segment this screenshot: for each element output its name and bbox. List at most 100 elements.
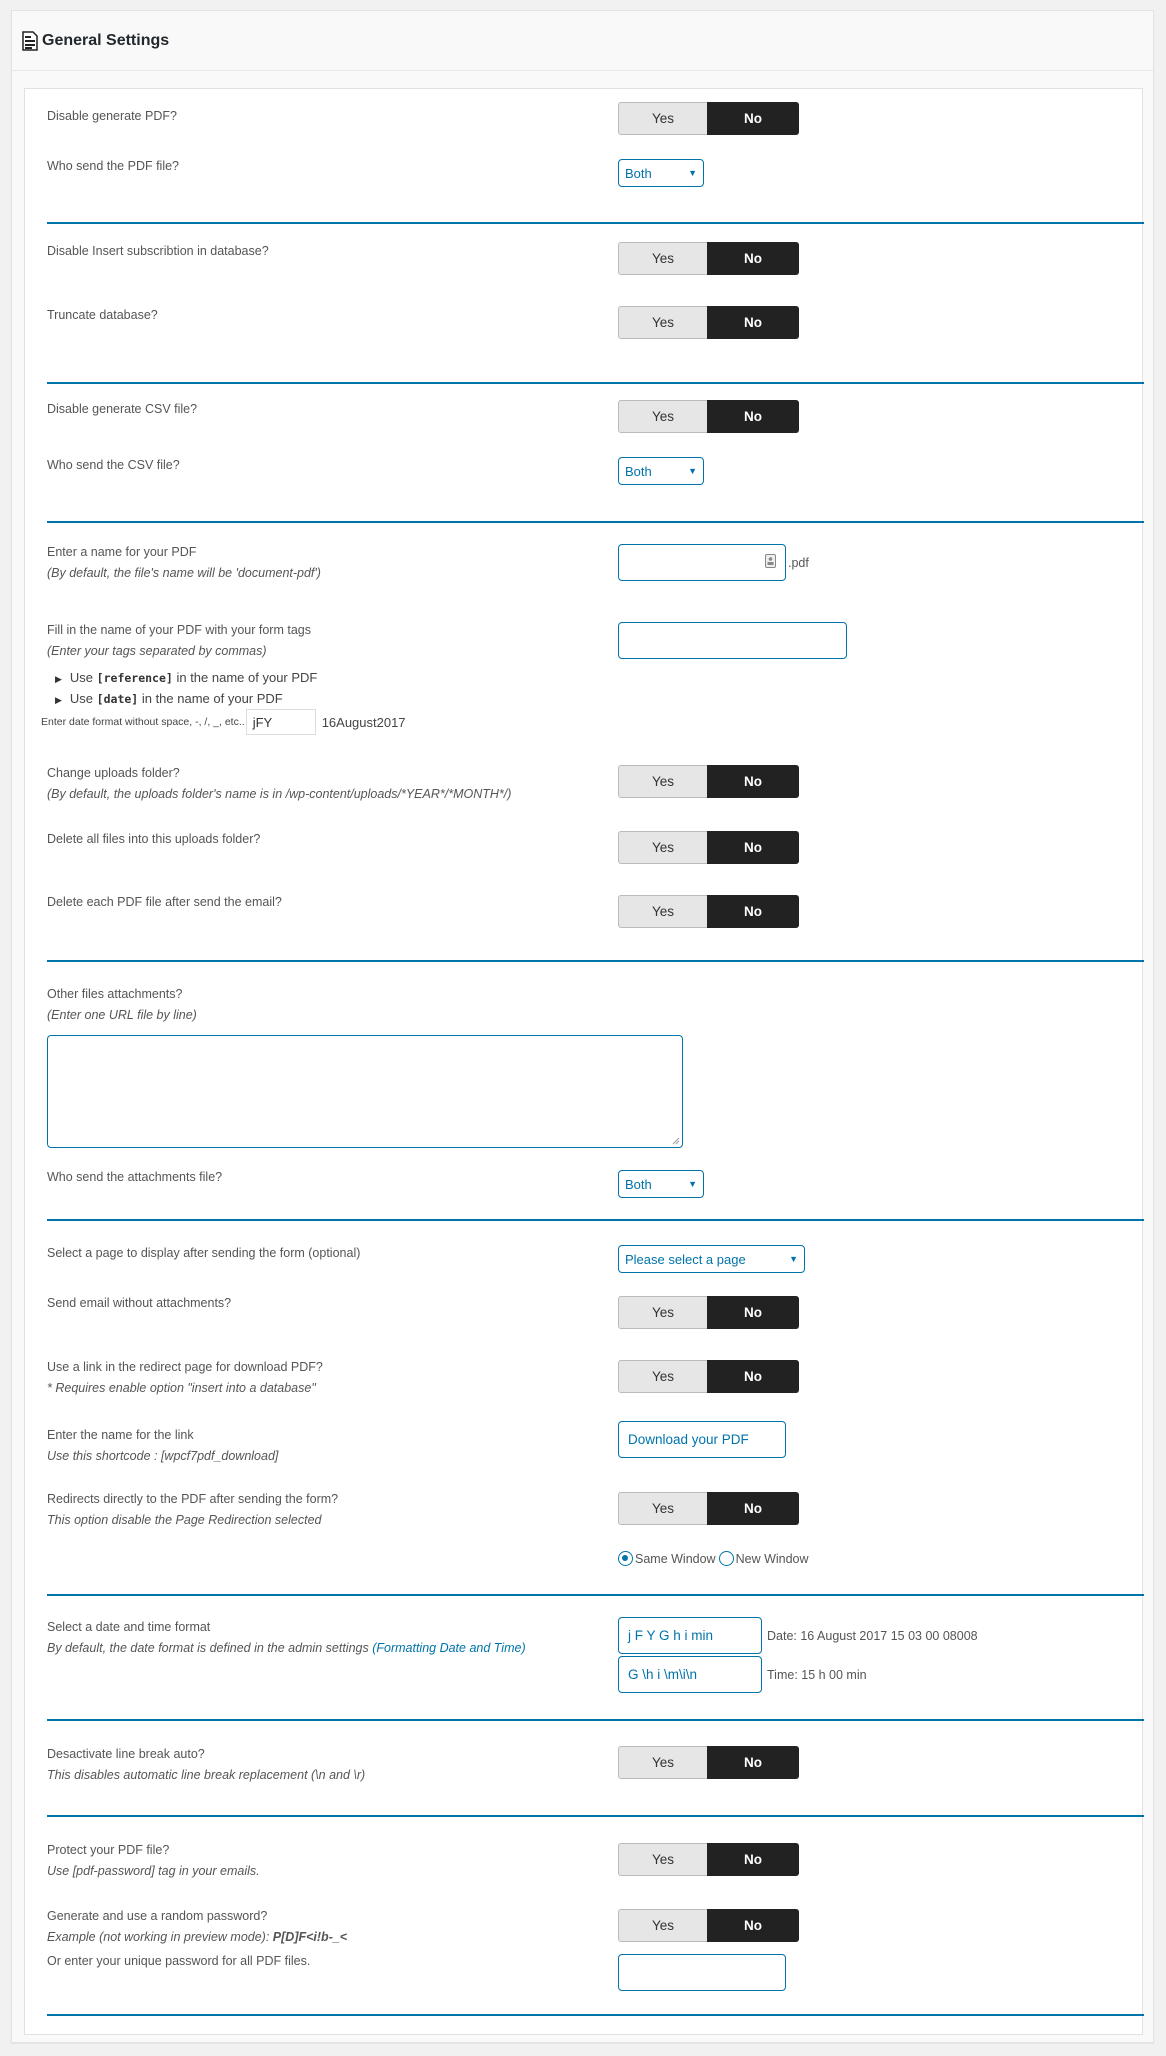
select-page-dropdown[interactable]: Please select a page ▼ — [618, 1245, 805, 1273]
hint-text: in the name of your PDF — [141, 691, 283, 706]
label-hint: (By default, the file's name will be 'do… — [47, 566, 321, 580]
setting-label: Disable generate CSV file? — [47, 402, 198, 416]
who-send-attachments-select[interactable]: Both ▼ — [618, 1170, 704, 1198]
window-radio-group: Same Window New Window — [618, 1551, 809, 1566]
formatting-date-time-link[interactable]: (Formatting Date and Time) — [372, 1641, 525, 1655]
setting-delete-all-files: Delete all files into this uploads folde… — [47, 831, 1132, 865]
setting-send-without-attachments: Send email without attachments? Yes No — [47, 1296, 1132, 1330]
toggle-yes[interactable]: Yes — [618, 102, 707, 135]
hint-text: in the name of your PDF — [176, 670, 318, 685]
disable-generate-pdf-toggle[interactable]: Yes No — [618, 102, 799, 135]
chevron-down-icon: ▼ — [688, 466, 697, 476]
label-text: Fill in the name of your PDF with your f… — [47, 623, 311, 637]
toggle-no[interactable]: No — [707, 242, 799, 275]
date-format-input[interactable]: j F Y G h i min — [618, 1617, 762, 1654]
same-window-radio[interactable] — [618, 1551, 633, 1566]
toggle-no[interactable]: No — [707, 400, 799, 433]
setting-redirect-pdf: Redirects directly to the PDF after send… — [47, 1492, 1132, 1527]
radio-label[interactable]: Same Window — [635, 1552, 716, 1566]
toggle-yes[interactable]: Yes — [618, 1746, 707, 1779]
section-divider — [47, 1219, 1144, 1221]
setting-protect-pdf: Protect your PDF file? Use [pdf-password… — [47, 1843, 1132, 1878]
label-text: Enter the name for the link — [47, 1428, 194, 1442]
radio-label[interactable]: New Window — [736, 1552, 809, 1566]
setting-label: Generate and use a random password? Exam… — [47, 1906, 347, 1948]
settings-form: Disable generate PDF? Yes No Who send th… — [24, 88, 1144, 2035]
setting-use-link: Use a link in the redirect page for down… — [47, 1360, 1132, 1395]
label-text: Select a date and time format — [47, 1620, 211, 1634]
toggle-yes[interactable]: Yes — [618, 1296, 707, 1329]
send-without-attachments-toggle[interactable]: Yes No — [618, 1296, 799, 1329]
setting-label: Change uploads folder? (By default, the … — [47, 763, 511, 805]
setting-disable-generate-pdf: Disable generate PDF? Yes No — [47, 102, 1132, 136]
date-format-input[interactable]: jFY — [245, 709, 316, 735]
window-options: Same Window New Window — [47, 1551, 1132, 1571]
label-text: Other files attachments? — [47, 987, 183, 1001]
page-title: General Settings — [42, 31, 170, 49]
setting-pdf-name: Enter a name for your PDF (By default, t… — [47, 544, 1132, 584]
resize-handle-icon[interactable] — [672, 1137, 680, 1145]
toggle-no[interactable]: No — [707, 831, 799, 864]
label-text: Change uploads folder? — [47, 766, 180, 780]
toggle-yes[interactable]: Yes — [618, 1360, 707, 1393]
pdf-tags-input[interactable] — [618, 622, 847, 659]
toggle-yes[interactable]: Yes — [618, 1909, 707, 1942]
triangle-right-icon: ▶ — [55, 695, 62, 705]
setting-label: Fill in the name of your PDF with your f… — [47, 620, 311, 662]
line-break-toggle[interactable]: Yes No — [618, 1746, 799, 1779]
toggle-no[interactable]: No — [707, 895, 799, 928]
setting-label: Disable generate PDF? — [47, 109, 177, 123]
disable-insert-db-toggle[interactable]: Yes No — [618, 242, 799, 275]
toggle-no[interactable]: No — [707, 1360, 799, 1393]
section-divider — [47, 1719, 1144, 1721]
disable-generate-csv-toggle[interactable]: Yes No — [618, 400, 799, 433]
toggle-yes[interactable]: Yes — [618, 765, 707, 798]
pdf-name-group: .pdf — [618, 544, 809, 581]
toggle-no[interactable]: No — [707, 1492, 799, 1525]
setting-label: Who send the PDF file? — [47, 159, 180, 173]
who-send-csv-select[interactable]: Both ▼ — [618, 457, 704, 485]
toggle-yes[interactable]: Yes — [618, 895, 707, 928]
use-link-toggle[interactable]: Yes No — [618, 1360, 799, 1393]
other-files-textarea[interactable] — [47, 1035, 683, 1148]
toggle-yes[interactable]: Yes — [618, 1492, 707, 1525]
setting-other-files: Other files attachments? (Enter one URL … — [47, 984, 1132, 1026]
toggle-no[interactable]: No — [707, 1843, 799, 1876]
toggle-yes[interactable]: Yes — [618, 400, 707, 433]
redirect-pdf-toggle[interactable]: Yes No — [618, 1492, 799, 1525]
who-send-pdf-select[interactable]: Both ▼ — [618, 159, 704, 187]
unique-password-input[interactable] — [618, 1954, 786, 1991]
change-uploads-toggle[interactable]: Yes No — [618, 765, 799, 798]
toggle-yes[interactable]: Yes — [618, 1843, 707, 1876]
hint-text: Use — [69, 670, 94, 685]
toggle-no[interactable]: No — [707, 102, 799, 135]
pdf-name-input[interactable] — [618, 544, 786, 581]
truncate-db-toggle[interactable]: Yes No — [618, 306, 799, 339]
link-name-input[interactable]: Download your PDF — [618, 1421, 786, 1458]
random-password-toggle[interactable]: Yes No — [618, 1909, 799, 1942]
contact-card-icon[interactable] — [765, 554, 776, 571]
toggle-no[interactable]: No — [707, 306, 799, 339]
setting-line-break: Desactivate line break auto? This disabl… — [47, 1746, 1132, 1782]
label-text: Enter a name for your PDF — [47, 545, 197, 559]
setting-who-send-attachments: Who send the attachments file? Both ▼ — [47, 1170, 1132, 1198]
new-window-radio[interactable] — [718, 1551, 734, 1566]
protect-pdf-toggle[interactable]: Yes No — [618, 1843, 799, 1876]
setting-label: Truncate database? — [47, 308, 158, 322]
toggle-no[interactable]: No — [707, 1296, 799, 1329]
toggle-yes[interactable]: Yes — [618, 242, 707, 275]
triangle-right-icon: ▶ — [55, 674, 62, 684]
toggle-yes[interactable]: Yes — [618, 306, 707, 339]
delete-each-pdf-toggle[interactable]: Yes No — [618, 895, 799, 928]
toggle-no[interactable]: No — [707, 765, 799, 798]
setting-label: Select a date and time format By default… — [47, 1617, 526, 1659]
toggle-no[interactable]: No — [707, 1746, 799, 1779]
toggle-yes[interactable]: Yes — [618, 831, 707, 864]
label-text: Use a link in the redirect page for down… — [47, 1360, 323, 1374]
pdf-suffix: .pdf — [788, 555, 809, 570]
time-format-input[interactable]: G \h i \m\i\n — [618, 1656, 762, 1693]
toggle-no[interactable]: No — [707, 1909, 799, 1942]
label-hint: (Enter one URL file by line) — [47, 1008, 197, 1022]
delete-all-files-toggle[interactable]: Yes No — [618, 831, 799, 864]
label-text: Protect your PDF file? — [47, 1843, 170, 1857]
